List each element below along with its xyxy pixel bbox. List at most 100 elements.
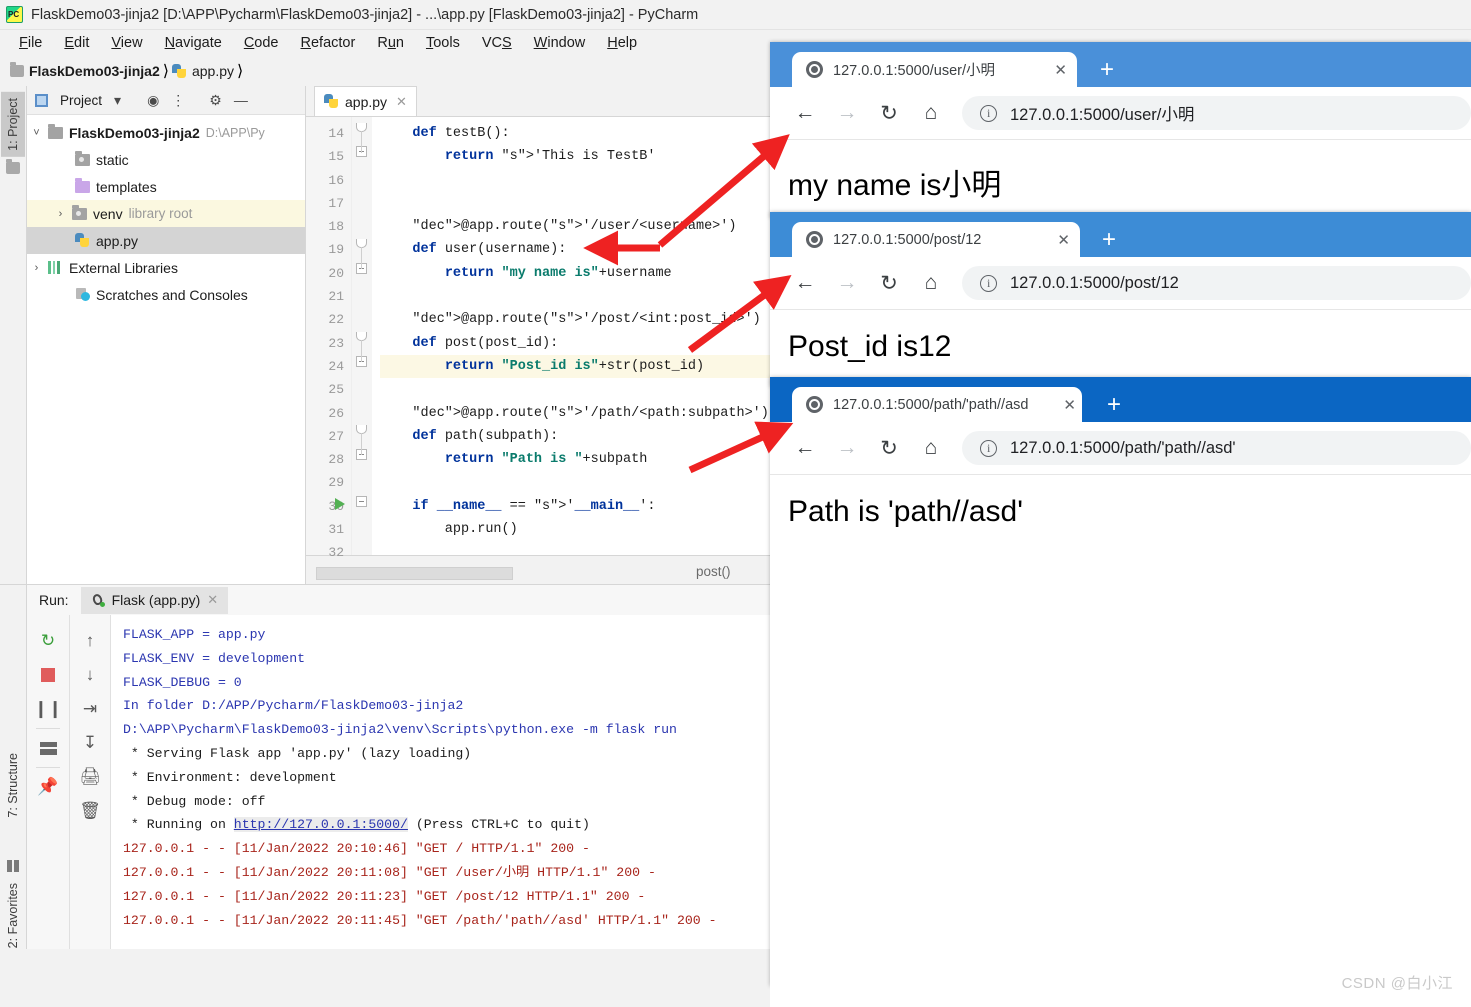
tree-suffix: library root	[128, 206, 193, 221]
forward-icon[interactable]: →	[826, 427, 868, 469]
forward-icon[interactable]: →	[826, 92, 868, 134]
tree-node-scratches-and-consoles[interactable]: Scratches and Consoles	[27, 281, 305, 308]
new-tab-button[interactable]: +	[1100, 58, 1114, 82]
menu-item-code[interactable]: Code	[233, 33, 290, 53]
tree-node-templates[interactable]: templates	[27, 173, 305, 200]
menu-item-view[interactable]: View	[100, 33, 153, 53]
breadcrumb-item-project[interactable]: FlaskDemo03-jinja2	[10, 62, 160, 79]
new-tab-button[interactable]: +	[1102, 228, 1116, 252]
home-icon[interactable]: ⌂	[910, 262, 952, 304]
chevron-right-icon[interactable]: ›	[31, 262, 42, 274]
menu-item-navigate[interactable]: Navigate	[154, 33, 233, 53]
menu-item-help[interactable]: Help	[596, 33, 648, 53]
tree-label: External Libraries	[69, 259, 178, 276]
tool-window-button-structure[interactable]: 7: Structure	[6, 753, 20, 818]
pause-icon[interactable]: ❙❙	[31, 692, 65, 726]
close-icon[interactable]: ✕	[1054, 61, 1067, 79]
layout-icon[interactable]	[31, 731, 65, 765]
project-tree: ˅ FlaskDemo03-jinja2 D:\APP\Py static te…	[27, 115, 305, 308]
soft-wrap-icon[interactable]: ⇥	[73, 692, 107, 726]
chevron-right-icon[interactable]: ›	[55, 208, 66, 220]
line-number-gutter: 14 15 16 17 18 19 20 21 22 23 24 25 26 2…	[306, 117, 352, 560]
browser-tab[interactable]: 127.0.0.1:5000/post/12 ✕	[792, 222, 1080, 257]
browser-tab-bar: 127.0.0.1:5000/path/'path//asd ✕ +	[770, 377, 1471, 422]
tree-node-static[interactable]: static	[27, 146, 305, 173]
tree-label: static	[96, 151, 129, 168]
address-bar[interactable]: 127.0.0.1:5000/user/小明	[962, 96, 1471, 130]
back-icon[interactable]: ←	[784, 262, 826, 304]
browser-tab-bar: 127.0.0.1:5000/user/小明 ✕ +	[770, 42, 1471, 87]
home-icon[interactable]: ⌂	[910, 92, 952, 134]
reload-icon[interactable]: ↻	[868, 262, 910, 304]
site-info-icon[interactable]	[980, 104, 997, 122]
globe-icon	[806, 231, 823, 248]
tool-window-button-favorites[interactable]: 2: Favorites	[6, 883, 20, 948]
browser-window-post[interactable]: 127.0.0.1:5000/post/12 ✕ + ← → ↻ ⌂ 127.0…	[770, 212, 1471, 408]
reload-icon[interactable]: ↻	[868, 427, 910, 469]
library-icon	[48, 261, 63, 274]
close-icon[interactable]: ✕	[1063, 396, 1076, 414]
menu-item-refactor[interactable]: Refactor	[290, 33, 367, 53]
tree-label: venv	[93, 205, 123, 222]
print-icon[interactable]: 🖨	[73, 760, 107, 794]
chevron-down-icon[interactable]: ˅	[31, 127, 42, 139]
editor-tab-app-py[interactable]: app.py ✕	[314, 86, 417, 116]
horizontal-scrollbar[interactable]	[316, 567, 513, 580]
menu-item-window[interactable]: Window	[523, 33, 597, 53]
back-icon[interactable]: ←	[784, 92, 826, 134]
menu-item-file[interactable]: File	[8, 33, 53, 53]
fold-gutter[interactable]	[335, 117, 372, 555]
run-tab-flask[interactable]: Flask (app.py) ✕	[80, 586, 229, 614]
close-icon[interactable]: ✕	[1057, 231, 1070, 249]
run-label: Run:	[39, 592, 69, 608]
left-tool-strip: 1: Project	[0, 86, 27, 584]
trash-icon[interactable]: 🗑	[73, 794, 107, 828]
tree-node-external-libraries[interactable]: › External Libraries	[27, 254, 305, 281]
rerun-icon[interactable]: ↻	[31, 624, 65, 658]
folder-purple-icon	[75, 177, 90, 193]
page-heading: Post_id is12	[788, 330, 952, 363]
address-bar[interactable]: 127.0.0.1:5000/path/'path//asd'	[962, 431, 1471, 465]
site-info-icon[interactable]	[980, 439, 997, 457]
menu-item-edit[interactable]: Edit	[53, 33, 100, 53]
menu-item-tools[interactable]: Tools	[415, 33, 471, 53]
browser-window-path[interactable]: 127.0.0.1:5000/path/'path//asd ✕ + ← → ↻…	[770, 377, 1471, 1007]
run-toolbar-right: ↑ ↓ ⇥ ↧ 🖨 🗑	[69, 615, 110, 949]
chevron-down-icon[interactable]: ▾	[114, 93, 121, 107]
pycharm-logo-icon	[6, 6, 23, 23]
breadcrumb-item-file[interactable]: app.py	[171, 63, 234, 79]
pin-icon[interactable]: 📌	[31, 770, 65, 804]
up-icon[interactable]: ↑	[73, 624, 107, 658]
menu-item-run[interactable]: Run	[366, 33, 415, 53]
tree-node-venv[interactable]: › venv library root	[27, 200, 305, 227]
new-tab-button[interactable]: +	[1107, 393, 1121, 417]
menu-item-vcs[interactable]: VCS	[471, 33, 523, 53]
scroll-to-end-icon[interactable]: ↧	[73, 726, 107, 760]
site-info-icon[interactable]	[980, 274, 997, 292]
down-icon[interactable]: ↓	[73, 658, 107, 692]
address-bar[interactable]: 127.0.0.1:5000/post/12	[962, 266, 1471, 300]
close-icon[interactable]: ✕	[396, 94, 407, 110]
run-gutter-icon[interactable]	[335, 498, 345, 510]
forward-icon[interactable]: →	[826, 262, 868, 304]
hide-icon[interactable]: —	[234, 93, 248, 107]
collapse-all-icon[interactable]: ⋮	[171, 93, 185, 107]
tree-node-app-py[interactable]: app.py	[27, 227, 305, 254]
stop-icon[interactable]	[31, 658, 65, 692]
page-heading: my name is小明	[788, 169, 1002, 202]
back-icon[interactable]: ←	[784, 427, 826, 469]
folder-gray-icon	[72, 204, 87, 220]
browser-window-user[interactable]: 127.0.0.1:5000/user/小明 ✕ + ← → ↻ ⌂ 127.0…	[770, 42, 1471, 239]
home-icon[interactable]: ⌂	[910, 427, 952, 469]
locate-icon[interactable]: ◉	[147, 93, 159, 107]
tool-window-button-project[interactable]: 1: Project	[1, 92, 25, 157]
fold-marker[interactable]	[356, 496, 367, 507]
browser-tab[interactable]: 127.0.0.1:5000/path/'path//asd ✕	[792, 387, 1082, 422]
browser-nav-bar: ← → ↻ ⌂ 127.0.0.1:5000/post/12	[770, 257, 1471, 309]
close-icon[interactable]: ✕	[207, 592, 218, 608]
gear-icon[interactable]: ⚙	[209, 93, 222, 107]
tree-node-flaskdemo03-jinja2[interactable]: ˅ FlaskDemo03-jinja2 D:\APP\Py	[27, 119, 305, 146]
console-link[interactable]: http://127.0.0.1:5000/	[233, 817, 408, 833]
reload-icon[interactable]: ↻	[868, 92, 910, 134]
browser-tab[interactable]: 127.0.0.1:5000/user/小明 ✕	[792, 52, 1077, 87]
